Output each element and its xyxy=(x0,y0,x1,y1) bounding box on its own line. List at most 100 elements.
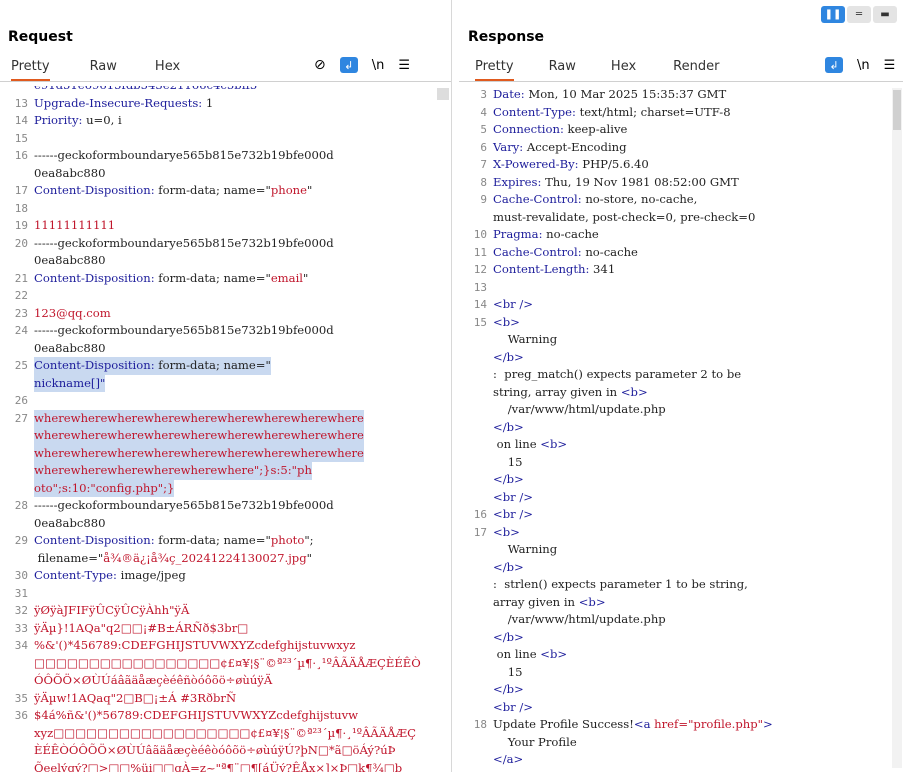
quoted-value: phone xyxy=(270,183,308,197)
text: nickname[]" xyxy=(34,375,106,390)
line-content: ÿØÿàJFIFÿÛCÿÛCÿÀhh"ÿÄ xyxy=(34,602,189,620)
line-number xyxy=(459,454,493,472)
text: wherewherewherewherewherewhere";}s:5:"ph xyxy=(34,463,312,477)
line-content: Content-Length: 341 xyxy=(493,261,615,279)
line-number: 34 xyxy=(14,639,28,652)
request-scrollbar[interactable] xyxy=(437,88,449,100)
scrollbar-thumb[interactable] xyxy=(893,90,901,130)
header-name: Priority: xyxy=(34,113,83,127)
text: 123@qq.com xyxy=(34,305,111,320)
text: ÿÄµ}!1AQa"q2□□¡#B±ÁRÑð$3br□ xyxy=(34,620,249,635)
html-tag: </b> xyxy=(493,349,524,364)
line-number: 18 xyxy=(14,201,28,215)
header-value: u=0, i xyxy=(82,113,122,127)
line-number: 33 xyxy=(14,621,28,635)
line-content: Vary: Accept-Encoding xyxy=(493,139,627,157)
code-line: </b> xyxy=(459,471,903,489)
line-number: 30 xyxy=(14,569,28,582)
html-tag: <br /> xyxy=(493,297,533,311)
line-content: /var/www/html/update.php xyxy=(493,611,666,629)
tab-request-raw[interactable]: Raw xyxy=(90,57,117,74)
header-value: no-cache xyxy=(542,227,599,241)
response-scrollbar[interactable] xyxy=(892,88,902,768)
header-value: form-data; name=" xyxy=(154,270,271,285)
code-line: 28 ------geckoformboundarye565b815e732b19… xyxy=(0,497,451,515)
newline-toggle[interactable]: \n xyxy=(372,58,385,73)
tab-response-raw[interactable]: Raw xyxy=(549,57,576,74)
code-line: 15 xyxy=(459,664,903,682)
code-line: 14 <br /> xyxy=(459,296,903,314)
line-content: on line <b> xyxy=(493,646,567,664)
code-line: 15 xyxy=(459,454,903,472)
header-name: Vary: xyxy=(493,139,524,154)
header-value: filename=" xyxy=(34,550,104,565)
tab-response-render[interactable]: Render xyxy=(673,57,719,74)
line-number: 29 xyxy=(14,534,28,547)
line-number xyxy=(0,760,34,772)
code-line: 5 Connection: keep-alive xyxy=(459,121,903,139)
line-number: 31 xyxy=(14,586,28,600)
line-number: 10 xyxy=(473,228,487,241)
text: oto";s:10:"config.php";} xyxy=(34,480,175,495)
code-line: 0ea8abc880 xyxy=(0,165,451,183)
text: ------geckoformboundarye565b815e732b19bf… xyxy=(34,323,334,337)
tab-response-hex[interactable]: Hex xyxy=(611,57,636,74)
line-number xyxy=(459,419,493,437)
header-value: no-store, no-cache, xyxy=(581,192,698,206)
header-name: Content-Length: xyxy=(493,262,590,276)
line-content: <br /> xyxy=(493,506,533,524)
newline-toggle[interactable]: \n xyxy=(857,58,870,73)
text: Warning xyxy=(493,542,558,556)
line-number xyxy=(0,462,34,480)
eye-slash-icon[interactable]: ⊘ xyxy=(314,57,326,73)
code-line: ÈÉÊÒÓÔÕÖ×ØÙÚâãäåæçèéêòóôõö÷øùúÿÚ?þN□*ã□ö… xyxy=(0,742,451,760)
line-number: 17 xyxy=(14,184,28,197)
menu-icon[interactable]: ☰ xyxy=(884,58,896,73)
text: wherewherewherewherewherewherewherewhere… xyxy=(34,410,364,425)
header-value: PHP/5.6.40 xyxy=(578,157,649,171)
header-value: image/jpeg xyxy=(116,568,186,582)
code-line: array given in <b> xyxy=(459,594,903,612)
line-number: 7 xyxy=(480,158,487,171)
line-content: Content-Disposition: form-data; name="ph… xyxy=(34,532,314,550)
code-line: 8 Expires: Thu, 19 Nov 1981 08:52:00 GMT xyxy=(459,174,903,192)
line-content: Your Profile xyxy=(493,734,577,752)
line-content: nickname[]" xyxy=(34,374,106,392)
code-line: 17 <b> xyxy=(459,524,903,542)
header-name: X-Powered-By: xyxy=(493,157,579,171)
line-content: ÓÔÕÖ×ØÙÚáâãäåæçèéêñòóôõö÷øùúÿÄ xyxy=(34,672,272,690)
line-content: xyz□□□□□□□□□□□□□□□□□□¢£¤¥¦§¨©ª²³´µ¶·¸¹ºÂ… xyxy=(34,725,416,743)
line-content: Pragma: no-cache xyxy=(493,226,599,244)
code-line: 21 Content-Disposition: form-data; name="… xyxy=(0,270,451,288)
wrap-icon[interactable]: ↲ xyxy=(825,57,843,73)
response-editor[interactable]: 3 Date: Mon, 10 Mar 2025 15:35:37 GMT 4 Con… xyxy=(459,86,903,772)
code-line: 26 xyxy=(0,392,451,410)
text: ÿÄµw!1AQaq"2□B□¡±Á #3RðbrÑ xyxy=(34,690,237,705)
line-number xyxy=(459,646,493,664)
code-line: on line <b> xyxy=(459,436,903,454)
line-number xyxy=(0,742,34,760)
line-number: 19 xyxy=(14,219,28,232)
tab-request-hex[interactable]: Hex xyxy=(155,57,180,74)
line-number xyxy=(459,594,493,612)
text: 15 xyxy=(493,664,523,679)
text: ÓÔÕÖ×ØÙÚáâãäåæçèéêñòóôõö÷øùúÿÄ xyxy=(34,673,273,687)
wrap-icon[interactable]: ↲ xyxy=(339,57,358,73)
line-content: 123@qq.com xyxy=(34,305,111,323)
code-line: 19 11111111111 xyxy=(0,217,451,235)
line-number xyxy=(0,725,34,743)
code-line: 16 <br /> xyxy=(459,506,903,524)
line-content: wherewherewherewherewherewherewherewhere… xyxy=(34,409,364,427)
header-name: Expires: xyxy=(493,174,542,189)
request-editor[interactable]: e91d51e69615fdb543e21166c4c5bff5 13 Upgrad… xyxy=(0,86,451,772)
code-line: string, array given in <b> xyxy=(459,384,903,402)
html-tag: </b> xyxy=(493,559,524,574)
tab-request-pretty[interactable]: Pretty xyxy=(11,57,50,81)
line-number xyxy=(0,165,34,183)
line-content: Content-Disposition: form-data; name="ph… xyxy=(34,182,312,200)
menu-icon[interactable]: ☰ xyxy=(398,58,410,73)
code-line: 23 123@qq.com xyxy=(0,305,451,323)
tab-response-pretty[interactable]: Pretty xyxy=(475,57,514,81)
text: on line xyxy=(493,437,541,451)
code-line: Warning xyxy=(459,331,903,349)
